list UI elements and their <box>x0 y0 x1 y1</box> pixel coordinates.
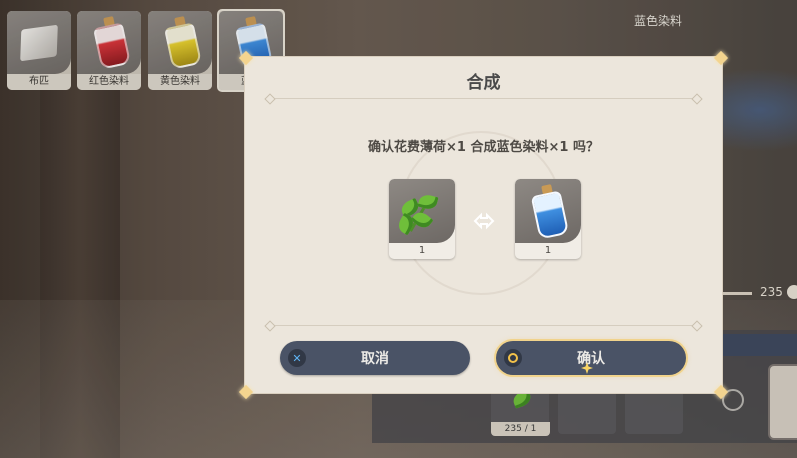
output-item-qty: 1 <box>544 245 552 256</box>
corner-ornament <box>713 50 729 66</box>
divider <box>270 325 697 326</box>
circle-confirm-icon <box>504 349 522 367</box>
corner-ornament <box>238 50 254 66</box>
cancel-button[interactable]: ✕ 取消 <box>280 341 470 375</box>
craft-confirm-dialog: 合成 确认花费薄荷×1 合成蓝色染料×1 吗？ 1 1 ✕ 取消 确认 <box>244 56 723 394</box>
corner-ornament <box>713 384 729 400</box>
mint-icon <box>389 179 455 243</box>
input-item-slot: 1 <box>389 179 455 259</box>
blue-dye-bottle-icon <box>530 190 570 240</box>
output-item-slot: 1 <box>515 179 581 259</box>
corner-ornament <box>238 384 254 400</box>
close-icon: ✕ <box>288 349 306 367</box>
arrow-right-icon <box>471 208 497 234</box>
input-item-qty: 1 <box>418 245 426 256</box>
confirm-message: 确认花费薄荷×1 合成蓝色染料×1 吗？ <box>368 140 599 155</box>
divider <box>270 98 697 99</box>
cancel-button-label: 取消 <box>361 351 389 367</box>
dialog-title: 合成 <box>466 73 501 93</box>
cursor-sparkle-icon <box>581 359 593 374</box>
